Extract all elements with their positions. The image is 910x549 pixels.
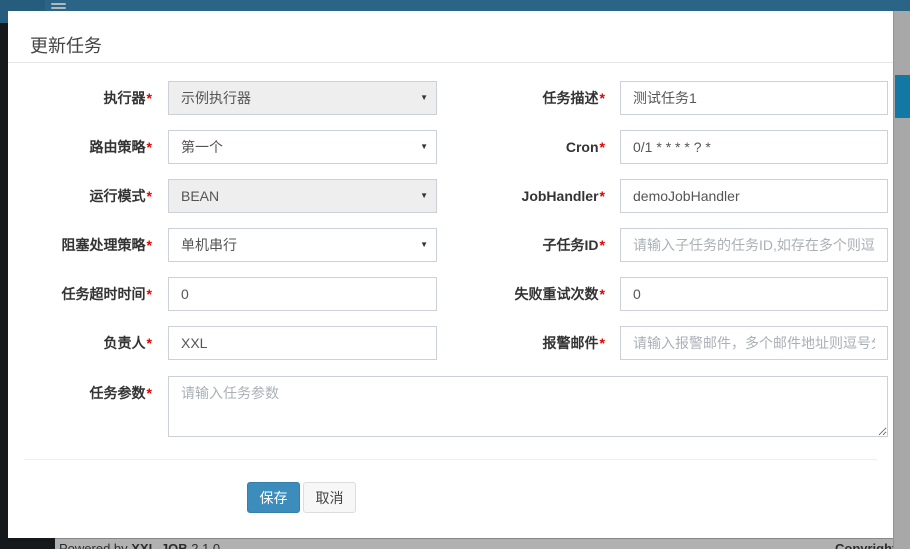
chevron-down-icon: ▼ [420,94,428,102]
form-divider [24,459,877,460]
save-button[interactable]: 保存 [247,482,300,513]
alarm-email-input[interactable] [620,326,888,360]
timeout-input[interactable] [168,277,437,311]
chevron-down-icon: ▼ [420,192,428,200]
cron-label: Cron* [458,130,605,164]
required-mark: * [147,286,152,302]
glue-type-select[interactable]: BEAN ▼ [168,179,437,213]
modal-title: 更新任务 [30,36,102,56]
update-job-modal: 更新任务 执行器* 示例执行器 ▼ 任务描述* 路由策略* 第一个 ▼ Cron… [8,11,893,538]
required-mark: * [600,90,605,106]
child-jobid-label: 子任务ID* [458,228,605,262]
alarm-email-label: 报警邮件* [458,326,605,360]
route-strategy-select[interactable]: 第一个 ▼ [168,130,437,164]
executor-select[interactable]: 示例执行器 ▼ [168,81,437,115]
required-mark: * [600,286,605,302]
required-mark: * [600,335,605,351]
job-desc-label: 任务描述* [458,81,605,115]
required-mark: * [600,139,605,155]
required-mark: * [147,237,152,253]
header-divider [8,62,893,63]
job-desc-input[interactable] [620,81,888,115]
page-footer: Powered by XXL-JOB 2.1.0 Copyright © 2 [55,538,893,549]
chevron-down-icon: ▼ [420,143,428,151]
block-strategy-label: 阻塞处理策略* [24,228,152,262]
required-mark: * [147,139,152,155]
glue-type-label: 运行模式* [24,179,152,213]
chevron-down-icon: ▼ [420,241,428,249]
sidebar-toggle-button[interactable] [50,0,74,11]
brand-name: XXL-JOB [131,541,187,549]
block-strategy-select[interactable]: 单机串行 ▼ [168,228,437,262]
top-navbar [0,0,910,11]
navbar-logo-area [0,0,45,11]
cron-input[interactable] [620,130,888,164]
powered-by-text: Powered by XXL-JOB 2.1.0 [59,541,220,549]
executor-label: 执行器* [24,81,152,115]
job-handler-label: JobHandler* [458,179,605,213]
author-label: 负责人* [24,326,152,360]
vertical-scrollbar[interactable] [893,11,910,549]
job-handler-input[interactable] [620,179,888,213]
navbar-logo-edge [0,11,8,23]
copyright-text: Copyright © 2 [835,541,893,549]
child-jobid-input[interactable] [620,228,888,262]
route-strategy-label: 路由策略* [24,130,152,164]
scrollbar-thumb[interactable] [895,75,910,118]
required-mark: * [147,90,152,106]
required-mark: * [600,237,605,253]
timeout-label: 任务超时时间* [24,277,152,311]
required-mark: * [147,335,152,351]
required-mark: * [600,188,605,204]
dimmed-sidebar-bottom [8,538,55,549]
required-mark: * [147,188,152,204]
fail-retry-label: 失败重试次数* [458,277,605,311]
dimmed-sidebar-strip [0,23,8,549]
cancel-button[interactable]: 取消 [303,482,356,513]
job-param-label: 任务参数* [24,376,152,410]
fail-retry-input[interactable] [620,277,888,311]
author-input[interactable] [168,326,437,360]
job-param-textarea[interactable] [168,376,888,437]
required-mark: * [147,385,152,401]
